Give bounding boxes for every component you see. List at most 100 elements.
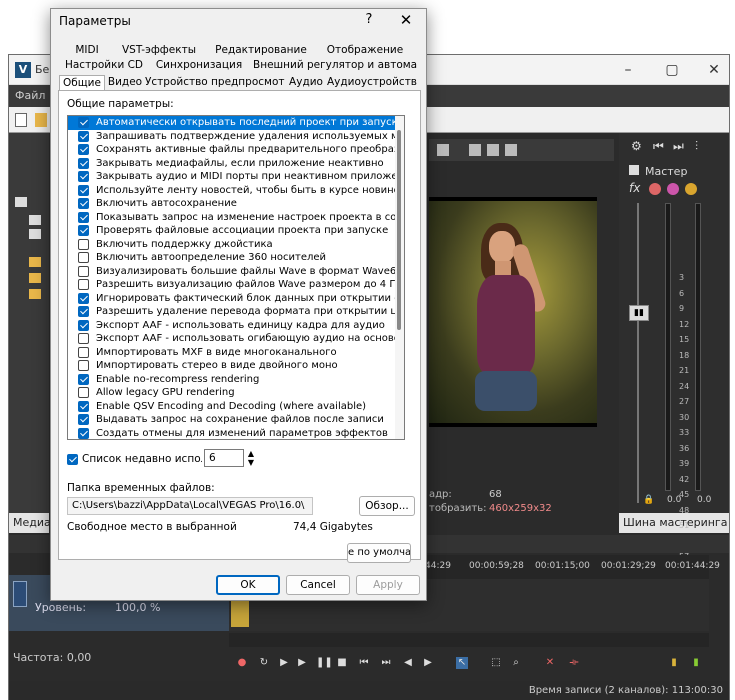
- mixer-footer-tab[interactable]: Шина мастеринга: [619, 513, 729, 533]
- option-checkbox[interactable]: [78, 238, 89, 250]
- option-checkbox[interactable]: [78, 319, 89, 331]
- minimize-icon[interactable]: –: [619, 61, 637, 79]
- settings-icon[interactable]: ⚙: [631, 139, 642, 153]
- restore-defaults-button[interactable]: е по умолчан: [347, 543, 411, 563]
- tab-cd-settings[interactable]: Настройки CD: [61, 58, 147, 73]
- recent-count-stepper[interactable]: ▲ ▼: [247, 449, 255, 467]
- go-start-icon[interactable]: ⏮: [358, 657, 370, 669]
- option-checkbox[interactable]: [78, 333, 89, 344]
- bus-icon[interactable]: [667, 183, 679, 195]
- option-row[interactable]: Enable no-recompress rendering: [68, 373, 402, 387]
- option-checkbox[interactable]: [78, 117, 89, 128]
- option-row[interactable]: Экспорт AAF - использовать единицу кадра…: [68, 319, 402, 333]
- prev-frame-icon[interactable]: ◀: [402, 657, 414, 669]
- play-from-start-icon[interactable]: ▶: [278, 657, 290, 669]
- option-row[interactable]: Визуализировать большие файлы Wave в фор…: [68, 265, 402, 279]
- option-checkbox[interactable]: [78, 225, 89, 236]
- save-snapshot-icon[interactable]: [487, 144, 499, 156]
- option-row[interactable]: Закрывать аудио и MIDI порты при неактив…: [68, 170, 402, 184]
- next-frame-icon[interactable]: ▶: [422, 657, 434, 669]
- option-checkbox[interactable]: [78, 414, 89, 425]
- option-checkbox[interactable]: [78, 427, 89, 439]
- option-checkbox[interactable]: [78, 265, 89, 277]
- option-checkbox[interactable]: [78, 387, 89, 398]
- option-checkbox[interactable]: [78, 144, 89, 155]
- recent-count-input[interactable]: 6: [204, 449, 244, 467]
- maximize-icon[interactable]: ▢: [663, 61, 681, 79]
- option-row[interactable]: Импортировать MXF в виде многоканального: [68, 346, 402, 360]
- tab-editing[interactable]: Редактирование: [209, 43, 313, 58]
- tab-sync[interactable]: Синхронизация: [149, 58, 249, 73]
- region-icon[interactable]: ▮: [690, 657, 702, 669]
- loop-icon[interactable]: ↻: [258, 657, 270, 669]
- option-checkbox[interactable]: [78, 184, 89, 196]
- option-checkbox[interactable]: [78, 346, 89, 358]
- tab-video[interactable]: Видео: [107, 75, 143, 90]
- temp-folder-path[interactable]: C:\Users\bazzi\AppData\Local\VEGAS Pro\1…: [67, 497, 313, 515]
- drive-icon[interactable]: [29, 215, 41, 225]
- option-checkbox[interactable]: [78, 198, 89, 209]
- option-row[interactable]: Включить автоопределение 360 носителей: [68, 251, 402, 265]
- new-file-icon[interactable]: [15, 113, 27, 127]
- option-checkbox[interactable]: [78, 292, 89, 304]
- option-checkbox[interactable]: [78, 171, 89, 182]
- fx-icon[interactable]: fx: [629, 181, 640, 195]
- computer-icon[interactable]: [15, 197, 27, 207]
- open-folder-icon[interactable]: [35, 113, 47, 127]
- option-row[interactable]: Импортировать стерео в виде двойного мон…: [68, 359, 402, 373]
- option-row[interactable]: Автоматически открывать последний проект…: [68, 116, 402, 130]
- recent-list-checkbox[interactable]: [67, 454, 78, 465]
- option-row[interactable]: Игнорировать фактический блок данных при…: [68, 292, 402, 306]
- volume-fader[interactable]: ▮▮: [629, 305, 649, 321]
- scrollbar-thumb[interactable]: [397, 130, 401, 330]
- solo-icon[interactable]: [685, 183, 697, 195]
- stop-icon[interactable]: ■: [336, 657, 348, 669]
- tab-display[interactable]: Отображение: [317, 43, 413, 58]
- marker-icon[interactable]: ▮: [668, 657, 680, 669]
- tab-audio[interactable]: Аудио: [287, 75, 325, 90]
- tab-vst-effects[interactable]: VST-эффекты: [113, 43, 205, 58]
- skip-forward-icon[interactable]: ⏭: [673, 139, 684, 154]
- option-row[interactable]: Enable QSV Encoding and Decoding (where …: [68, 400, 402, 414]
- tab-midi[interactable]: MIDI: [65, 43, 109, 58]
- tab-external-control[interactable]: Внешний регулятор и автоматизац: [253, 58, 417, 73]
- browse-button[interactable]: Обзор...: [359, 496, 415, 516]
- pause-icon[interactable]: ❚❚: [316, 657, 333, 669]
- option-row[interactable]: Выдавать запрос на сохранение файлов пос…: [68, 413, 402, 427]
- option-row[interactable]: Используйте ленту новостей, чтобы быть в…: [68, 184, 402, 198]
- option-row[interactable]: Разрешить удаление перевода формата при …: [68, 305, 402, 319]
- trim-icon[interactable]: ⟛: [568, 657, 580, 669]
- option-checkbox[interactable]: [78, 373, 89, 385]
- folder-icon[interactable]: [29, 257, 41, 267]
- close-icon[interactable]: ✕: [397, 11, 415, 29]
- close-window-icon[interactable]: ✕: [705, 61, 723, 79]
- option-row[interactable]: Включить поддержку джойстика: [68, 238, 402, 252]
- snapshot-icon[interactable]: [505, 144, 517, 156]
- tab-general[interactable]: Общие: [59, 75, 105, 91]
- lock-icon[interactable]: 🔒: [643, 495, 654, 505]
- copy-frame-icon[interactable]: [469, 144, 481, 156]
- option-checkbox[interactable]: [78, 130, 89, 142]
- selection-tool-icon[interactable]: ⬚: [490, 657, 502, 669]
- option-row[interactable]: Разрешить визуализацию файлов Wave разме…: [68, 278, 402, 292]
- play-icon[interactable]: ▶: [296, 657, 308, 669]
- timeline-scrollbar[interactable]: [229, 633, 709, 647]
- option-row[interactable]: Проверять файловые ассоциации проекта пр…: [68, 224, 402, 238]
- option-checkbox[interactable]: [78, 306, 89, 317]
- option-row[interactable]: Закрывать медиафайлы, если приложение не…: [68, 157, 402, 171]
- option-checkbox[interactable]: [78, 252, 89, 263]
- option-checkbox[interactable]: [78, 360, 89, 371]
- tab-audio-device[interactable]: Аудиоустройство: [327, 75, 417, 90]
- zoom-tool-icon[interactable]: ⌕: [510, 657, 522, 669]
- folder-icon[interactable]: [29, 289, 41, 299]
- folder-icon[interactable]: [29, 273, 41, 283]
- go-end-icon[interactable]: ⏭: [380, 657, 392, 669]
- option-checkbox[interactable]: [78, 400, 89, 412]
- mixer-faders-icon[interactable]: ⫶: [695, 139, 698, 154]
- grid-icon[interactable]: [437, 144, 449, 156]
- tab-preview-device[interactable]: Устройство предпросмотра: [145, 75, 285, 90]
- option-checkbox[interactable]: [78, 211, 89, 223]
- apply-button[interactable]: Apply: [356, 575, 420, 595]
- media-tab[interactable]: Медиаф: [9, 513, 49, 533]
- delete-icon[interactable]: ✕: [544, 657, 556, 669]
